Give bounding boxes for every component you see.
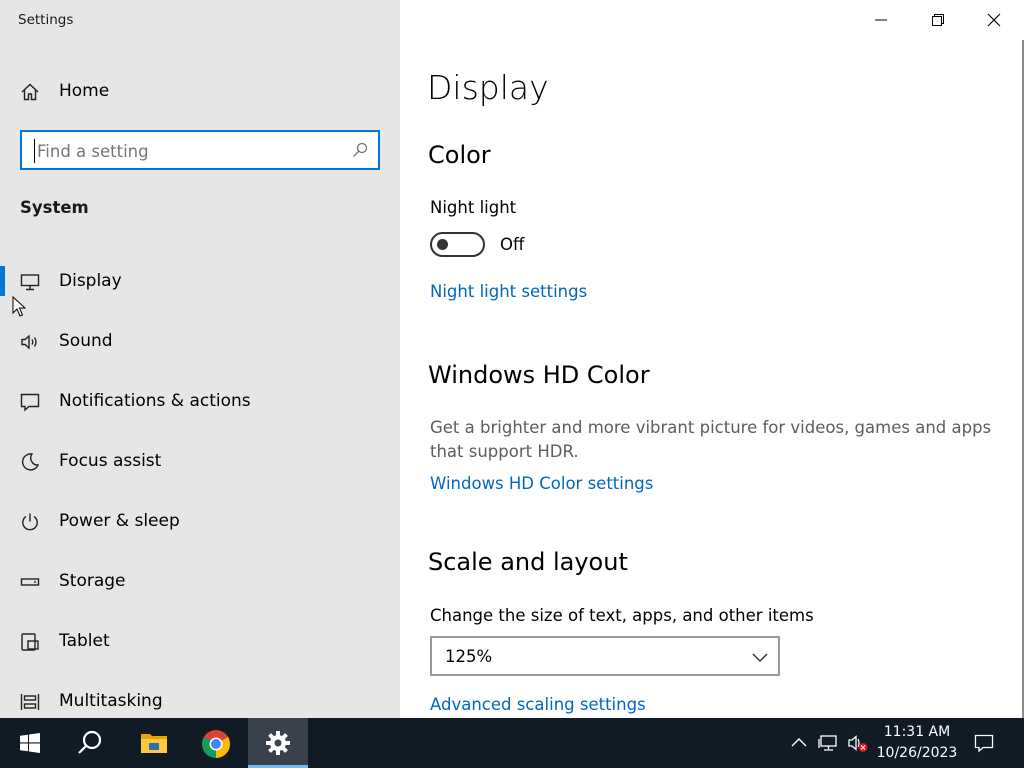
start-button[interactable] — [0, 718, 60, 768]
main-content: Display Color Night light Off Night ligh… — [400, 0, 1024, 718]
volume-muted-icon[interactable] — [848, 733, 868, 753]
home-button[interactable]: Home — [0, 74, 400, 110]
file-explorer-icon — [141, 734, 167, 753]
monitor-icon — [20, 274, 40, 291]
toggle-knob — [437, 239, 448, 250]
active-indicator — [0, 266, 5, 296]
sidebar-item-label: Sound — [59, 331, 113, 351]
sidebar-item-label: Display — [59, 271, 122, 291]
start-icon — [20, 733, 40, 753]
chevron-up-icon[interactable] — [789, 733, 809, 753]
speaker-icon — [21, 334, 37, 350]
page-title: Display — [427, 68, 549, 107]
sidebar-item-tablet[interactable]: Tablet — [0, 620, 400, 664]
action-center-icon[interactable] — [974, 733, 994, 753]
chrome-button[interactable] — [186, 718, 246, 768]
night-light-state: Off — [500, 235, 525, 254]
sidebar-item-storage[interactable]: Storage — [0, 560, 400, 604]
section-heading: System — [20, 198, 89, 217]
home-label: Home — [59, 81, 110, 101]
moon-icon — [21, 453, 40, 471]
search-icon — [78, 730, 102, 754]
night-light-toggle[interactable] — [430, 232, 485, 257]
sidebar-item-label: Storage — [59, 571, 126, 591]
search-box[interactable] — [20, 130, 380, 170]
tablet-icon — [21, 633, 39, 651]
restore-button[interactable] — [910, 0, 966, 40]
hd-color-heading: Windows HD Color — [428, 361, 650, 389]
search-input[interactable] — [34, 139, 334, 163]
taskbar-search-button[interactable] — [60, 718, 120, 768]
sidebar-item-power-sleep[interactable]: Power & sleep — [0, 500, 400, 544]
chevron-down-icon — [752, 653, 768, 662]
sidebar-item-notifications[interactable]: Notifications & actions — [0, 380, 400, 424]
sidebar-item-label: Power & sleep — [59, 511, 180, 531]
clock-date: 10/26/2023 — [876, 745, 958, 761]
multitasking-icon — [20, 694, 40, 710]
color-heading: Color — [428, 141, 491, 169]
home-icon — [21, 83, 39, 101]
close-button[interactable] — [966, 0, 1022, 40]
settings-icon — [266, 731, 290, 755]
sidebar: Settings Home System Display Sound Notif… — [0, 0, 400, 718]
hd-color-description: Get a brighter and more vibrant picture … — [430, 418, 992, 461]
sidebar-item-focus-assist[interactable]: Focus assist — [0, 440, 400, 484]
hd-color-settings-link[interactable]: Windows HD Color settings — [430, 474, 653, 493]
sidebar-item-label: Multitasking — [59, 691, 163, 711]
app-title: Settings — [18, 12, 74, 28]
clock-time: 11:31 AM — [883, 724, 951, 740]
scale-layout-heading: Scale and layout — [428, 548, 628, 576]
night-light-settings-link[interactable]: Night light settings — [430, 282, 587, 301]
search-icon — [353, 142, 368, 157]
minimize-button[interactable] — [853, 0, 909, 40]
advanced-scaling-link[interactable]: Advanced scaling settings — [430, 695, 646, 714]
notification-icon — [20, 393, 40, 412]
sidebar-item-label: Focus assist — [59, 451, 162, 471]
scale-dropdown-value: 125% — [445, 647, 493, 666]
sidebar-item-display[interactable]: Display — [0, 260, 400, 304]
mouse-cursor-icon — [12, 296, 26, 317]
scale-dropdown[interactable]: 125% — [430, 636, 780, 676]
sidebar-item-sound[interactable]: Sound — [0, 320, 400, 364]
sidebar-item-label: Tablet — [59, 631, 110, 651]
clock[interactable]: 11:31 AM 10/26/2023 — [872, 722, 962, 764]
taskbar: 11:31 AM 10/26/2023 — [0, 718, 1024, 768]
chrome-icon — [202, 730, 230, 758]
settings-taskbar-button[interactable] — [248, 718, 308, 768]
close-icon — [987, 13, 1001, 27]
storage-icon — [20, 578, 40, 586]
scale-label: Change the size of text, apps, and other… — [430, 606, 814, 625]
power-icon — [22, 513, 38, 531]
night-light-label: Night light — [430, 198, 517, 217]
network-icon[interactable] — [818, 733, 838, 753]
file-explorer-button[interactable] — [124, 718, 184, 768]
sidebar-item-label: Notifications & actions — [59, 391, 251, 411]
minimize-icon — [875, 19, 887, 21]
restore-icon — [932, 14, 944, 26]
